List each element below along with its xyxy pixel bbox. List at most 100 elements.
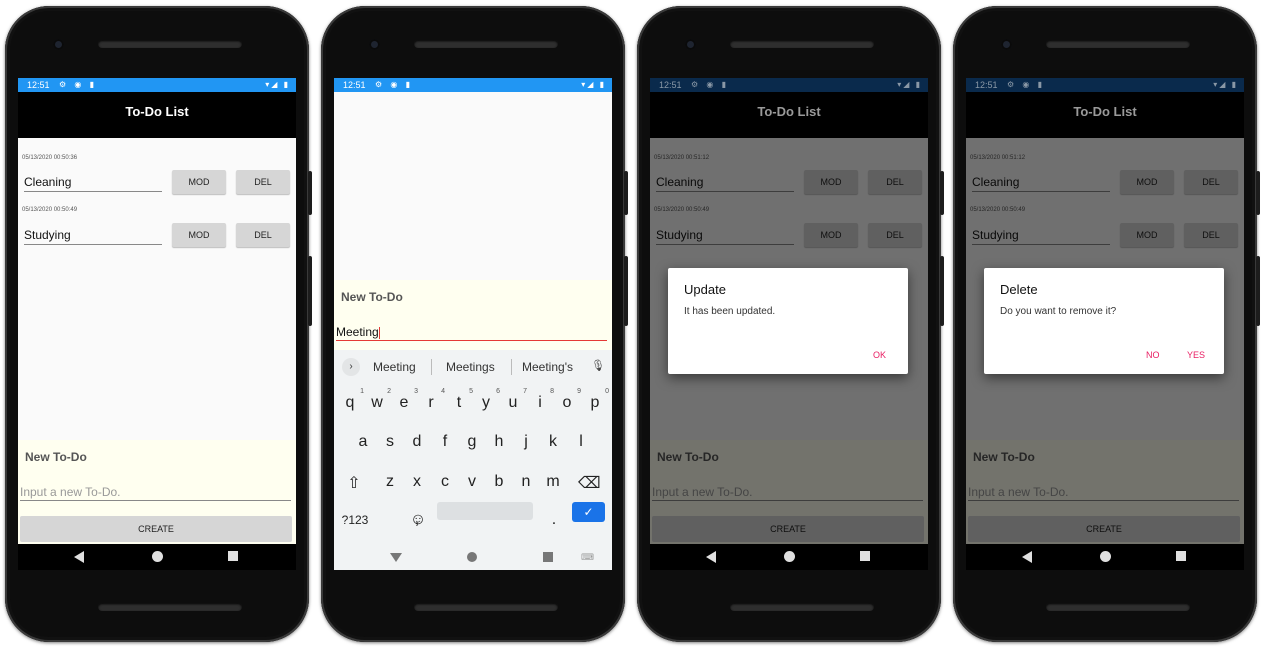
status-time: 12:51 [659, 80, 682, 90]
key-w[interactable]: w2 [366, 388, 391, 412]
new-todo-title: New To-Do [657, 450, 719, 464]
space-key[interactable] [437, 502, 533, 520]
new-todo-input[interactable]: Input a new To-Do. [968, 484, 1239, 501]
home-icon[interactable] [784, 551, 795, 562]
todo-timestamp: 05/13/2020 00:50:36 [22, 155, 78, 161]
todo-text-field[interactable]: Studying [24, 228, 162, 245]
key-n[interactable]: n [515, 473, 537, 491]
todo-timestamp: 05/13/2020 00:51:12 [970, 155, 1026, 161]
emoji-key-icon[interactable]: ☺ [407, 511, 429, 529]
mic-icon[interactable]: 🎙 [591, 359, 605, 372]
new-todo-input[interactable]: Input a new To-Do. [20, 484, 291, 501]
del-button[interactable]: DEL [236, 223, 290, 247]
back-icon[interactable] [74, 551, 84, 563]
key-l[interactable]: l [570, 433, 592, 451]
home-icon[interactable] [467, 552, 477, 562]
del-button[interactable]: DEL [1184, 170, 1238, 194]
del-button[interactable]: DEL [868, 223, 922, 247]
mod-button[interactable]: MOD [804, 223, 858, 247]
key-u[interactable]: u7 [502, 388, 527, 412]
no-button[interactable]: NO [1146, 350, 1160, 360]
mod-button[interactable]: MOD [172, 223, 226, 247]
update-dialog: Update It has been updated. OK [668, 268, 908, 374]
text-caret [378, 326, 380, 339]
todo-text-field[interactable]: Studying [972, 228, 1110, 245]
recents-icon[interactable] [860, 551, 870, 561]
input-value: Meeting [336, 325, 379, 339]
key-g[interactable]: g [461, 433, 483, 451]
create-button[interactable]: CREATE [968, 516, 1240, 542]
new-todo-title: New To-Do [25, 450, 87, 464]
nav-bar [966, 544, 1244, 570]
new-todo-input[interactable]: Meeting [336, 324, 607, 341]
key-r[interactable]: r4 [420, 388, 445, 412]
mod-button[interactable]: MOD [172, 170, 226, 194]
todo-timestamp: 05/13/2020 00:50:49 [970, 207, 1026, 213]
chevron-right-icon[interactable]: › [342, 358, 360, 376]
key-d[interactable]: d [406, 433, 428, 451]
key-y[interactable]: y6 [475, 388, 500, 412]
del-button[interactable]: DEL [236, 170, 290, 194]
recents-icon[interactable] [1176, 551, 1186, 561]
mod-button[interactable]: MOD [1120, 170, 1174, 194]
home-icon[interactable] [152, 551, 163, 562]
home-icon[interactable] [1100, 551, 1111, 562]
key-t[interactable]: t5 [448, 388, 473, 412]
earpiece-speaker [414, 40, 558, 48]
key-k[interactable]: k [542, 433, 564, 451]
key-b[interactable]: b [488, 473, 510, 491]
todo-text-field[interactable]: Cleaning [972, 175, 1110, 192]
shift-key-icon[interactable]: ⇧ [343, 473, 365, 493]
status-time: 12:51 [975, 80, 998, 90]
symbols-key[interactable]: ?123 [339, 513, 371, 527]
todo-list: 05/13/2020 00:50:36 Cleaning MOD DEL 05/… [18, 138, 296, 440]
ok-button[interactable]: OK [873, 350, 886, 360]
todo-text-field[interactable]: Cleaning [24, 175, 162, 192]
screen: 12:51 ⚙ ◉ ▮ ▾◢ ▮ To-Do List 05/13/2020 0… [650, 78, 928, 570]
new-todo-input[interactable]: Input a new To-Do. [652, 484, 923, 501]
key-q[interactable]: q1 [339, 388, 364, 412]
soft-keyboard: › Meeting Meetings Meeting's 🎙 q1 w2 e3 … [334, 350, 612, 570]
key-i[interactable]: i8 [529, 388, 554, 412]
key-a[interactable]: a [352, 433, 374, 451]
app-title: To-Do List [966, 92, 1244, 138]
key-v[interactable]: v [461, 473, 483, 491]
key-e[interactable]: e3 [393, 388, 418, 412]
yes-button[interactable]: YES [1187, 350, 1205, 360]
period-key[interactable]: . [543, 511, 565, 529]
front-camera [53, 39, 64, 50]
hide-keyboard-icon[interactable] [390, 553, 402, 562]
key-x[interactable]: x [406, 473, 428, 491]
back-icon[interactable] [706, 551, 716, 563]
suggestion[interactable]: Meeting [373, 360, 416, 374]
key-c[interactable]: c [434, 473, 456, 491]
suggestion[interactable]: Meetings [446, 360, 495, 374]
back-icon[interactable] [1022, 551, 1032, 563]
todo-text-field[interactable]: Studying [656, 228, 794, 245]
enter-key-check-icon[interactable]: ✓ [572, 502, 605, 522]
key-o[interactable]: o9 [556, 388, 581, 412]
suggestion[interactable]: Meeting's [522, 360, 573, 374]
backspace-key-icon[interactable]: ⌫ [578, 473, 601, 493]
mod-button[interactable]: MOD [804, 170, 858, 194]
dialog-message: It has been updated. [684, 306, 776, 317]
create-button[interactable]: CREATE [652, 516, 924, 542]
bottom-speaker [98, 603, 242, 611]
key-p[interactable]: p0 [584, 388, 609, 412]
key-s[interactable]: s [379, 433, 401, 451]
recents-icon[interactable] [543, 552, 553, 562]
todo-text-field[interactable]: Cleaning [656, 175, 794, 192]
del-button[interactable]: DEL [1184, 223, 1238, 247]
keyboard-switch-icon[interactable]: ⌨ [581, 552, 594, 563]
key-f[interactable]: f [434, 433, 456, 451]
phone-2: 12:51 ⚙ ◉ ▮ ▾◢ ▮ New To-Do Meeting › Mee… [321, 6, 628, 642]
del-button[interactable]: DEL [868, 170, 922, 194]
key-m[interactable]: m [542, 473, 564, 491]
create-button[interactable]: CREATE [20, 516, 292, 542]
key-z[interactable]: z [379, 473, 401, 491]
recents-icon[interactable] [228, 551, 238, 561]
mod-button[interactable]: MOD [1120, 223, 1174, 247]
phone-1: 12:51 ⚙ ◉ ▮ ▾◢ ▮ To-Do List 05/13/2020 0… [5, 6, 312, 642]
key-h[interactable]: h [488, 433, 510, 451]
key-j[interactable]: j [515, 433, 537, 451]
